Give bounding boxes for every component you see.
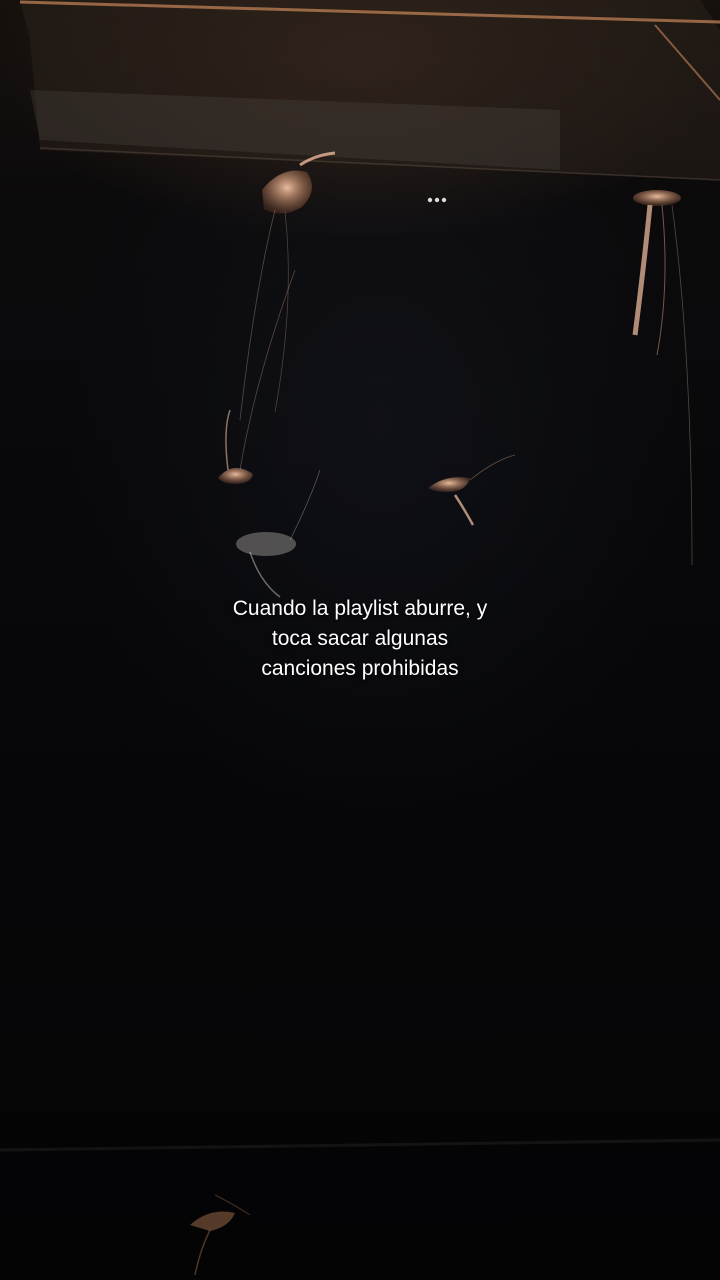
jellyfish <box>428 454 516 526</box>
caption-line: canciones prohibidas <box>261 657 459 680</box>
tank-edge <box>0 1138 720 1152</box>
jellyfish <box>632 190 693 566</box>
caption-line: Cuando la playlist aburre, y <box>232 597 488 620</box>
tank-ceiling <box>19 0 720 203</box>
jellyfish <box>239 151 336 421</box>
jellyfish <box>190 1194 251 1276</box>
caption-line: toca sacar algunas <box>271 627 449 650</box>
caption-overlay: Cuando la playlist aburre, y toca sacar … <box>160 594 560 684</box>
jellyfish <box>236 469 321 598</box>
photo-frame: Cuando la playlist aburre, y toca sacar … <box>0 0 720 1280</box>
